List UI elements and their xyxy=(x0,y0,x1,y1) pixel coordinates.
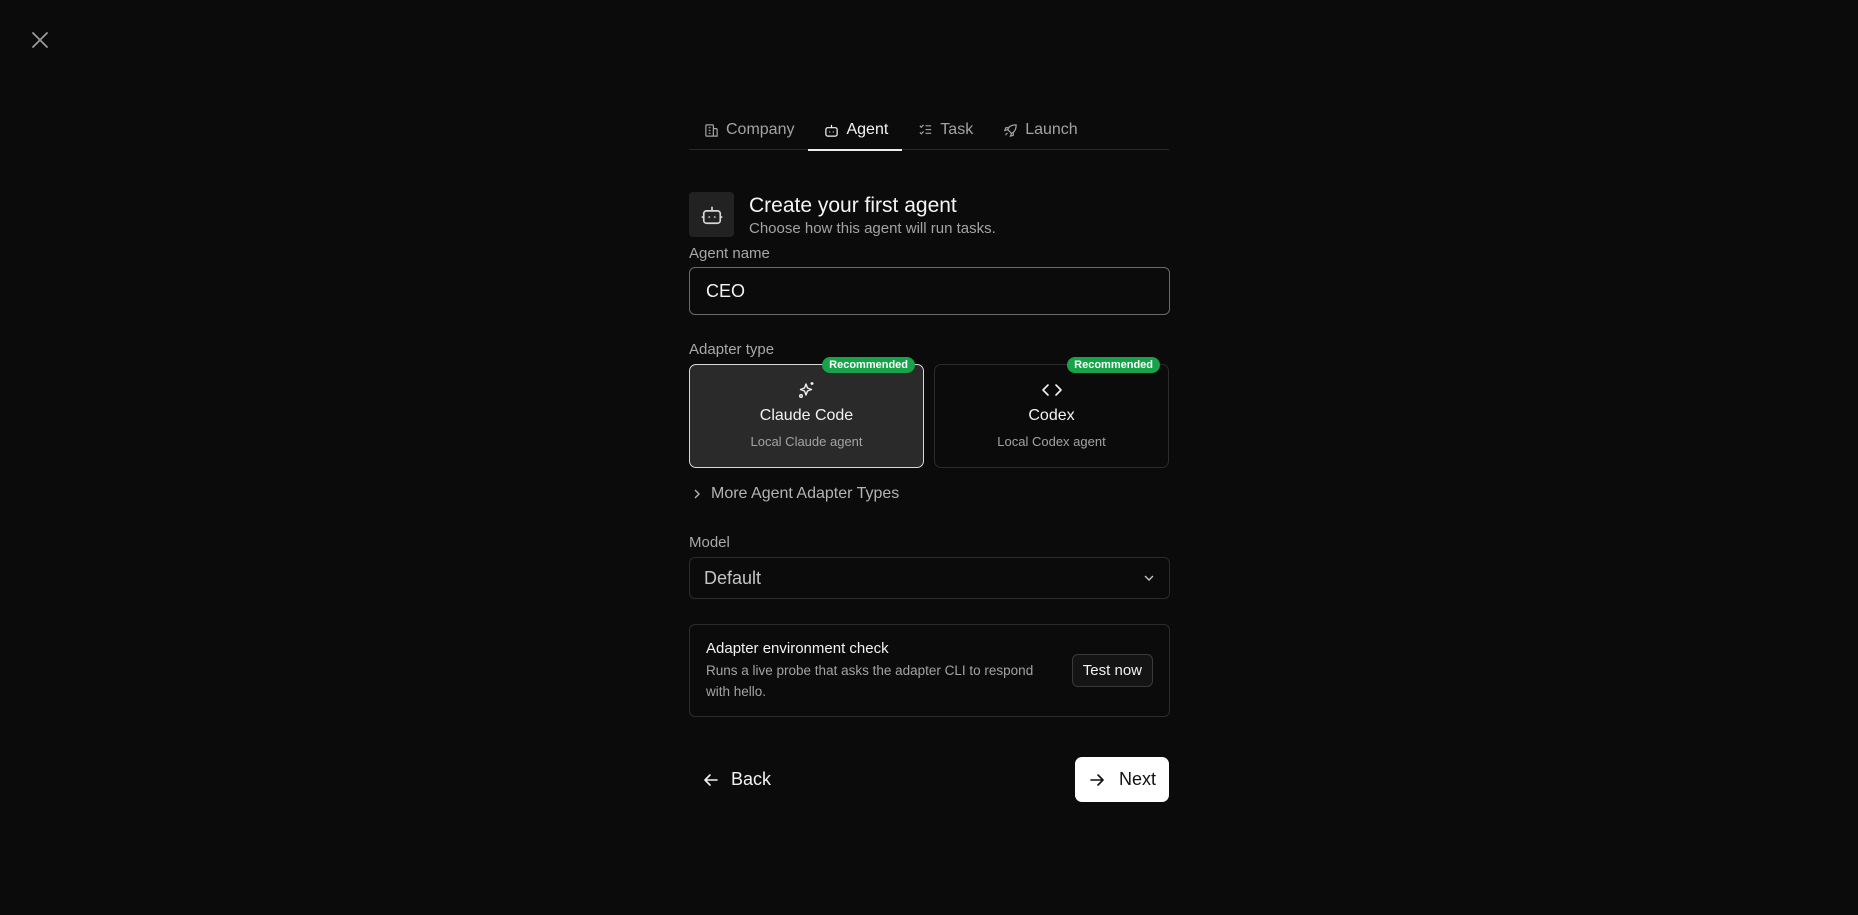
model-label: Model xyxy=(689,534,730,551)
list-checks-icon xyxy=(919,123,932,135)
adapter-claude-code[interactable]: Recommended Claude Code Local Claude age… xyxy=(689,357,924,468)
tab-label: Task xyxy=(940,121,974,138)
close-button[interactable] xyxy=(28,28,52,52)
chevron-right-icon xyxy=(694,489,700,499)
env-check-title: Adapter environment check xyxy=(706,639,889,657)
building-icon xyxy=(705,123,718,137)
model-select[interactable]: Default xyxy=(689,557,1170,599)
page-header: Create your first agent Choose how this … xyxy=(689,192,1169,237)
agent-avatar xyxy=(689,192,734,237)
page-title: Create your first agent xyxy=(749,194,957,217)
environment-check-card: Adapter environment check Runs a live pr… xyxy=(689,624,1170,717)
adapter-type-label: Adapter type xyxy=(689,341,775,358)
arrow-right-icon xyxy=(1090,773,1104,786)
step-tabs: Company Agent Task Launch xyxy=(689,110,1169,151)
bot-icon xyxy=(701,206,722,224)
close-icon xyxy=(32,32,48,48)
back-label: Back xyxy=(731,769,772,789)
more-adapter-types-toggle[interactable]: More Agent Adapter Types xyxy=(693,485,1169,503)
code-icon xyxy=(1041,384,1062,396)
bot-icon xyxy=(825,124,839,137)
tab-launch[interactable]: Launch xyxy=(987,110,1092,150)
adapter-options: Recommended Claude Code Local Claude age… xyxy=(689,357,1169,468)
test-now-button[interactable]: Test now xyxy=(1071,654,1153,687)
next-button[interactable]: Next xyxy=(1075,757,1169,802)
more-adapter-types-label: More Agent Adapter Types xyxy=(711,485,900,502)
tab-label: Agent xyxy=(846,121,889,138)
tab-label: Company xyxy=(726,121,795,138)
tab-agent[interactable]: Agent xyxy=(808,110,903,151)
tab-label: Launch xyxy=(1025,121,1078,138)
env-check-desc: Runs a live probe that asks the adapter … xyxy=(706,662,1034,699)
tab-task[interactable]: Task xyxy=(902,110,987,150)
agent-name-input[interactable] xyxy=(689,267,1170,315)
adapter-desc: Local Codex agent xyxy=(997,434,1106,449)
adapter-name: Codex xyxy=(1028,407,1075,424)
onboarding-panel: Company Agent Task Launch Create your fi… xyxy=(689,110,1170,802)
tab-company[interactable]: Company xyxy=(689,110,808,150)
back-button[interactable]: Back xyxy=(689,757,785,802)
adapter-desc: Local Claude agent xyxy=(750,434,863,449)
sparkles-icon xyxy=(798,382,813,398)
model-value: Default xyxy=(704,567,762,588)
next-label: Next xyxy=(1119,769,1157,789)
recommended-badge: Recommended xyxy=(822,357,915,373)
footer-nav: Back Next xyxy=(689,757,1169,802)
arrow-left-icon xyxy=(704,773,718,786)
chevron-down-icon xyxy=(1144,575,1154,581)
adapter-codex[interactable]: Recommended Codex Local Codex agent xyxy=(934,357,1169,468)
adapter-name: Claude Code xyxy=(759,407,854,424)
agent-name-label: Agent name xyxy=(689,245,770,262)
page-subtitle: Choose how this agent will run tasks. xyxy=(749,220,996,237)
rocket-icon xyxy=(1004,123,1017,137)
recommended-badge: Recommended xyxy=(1067,357,1160,373)
